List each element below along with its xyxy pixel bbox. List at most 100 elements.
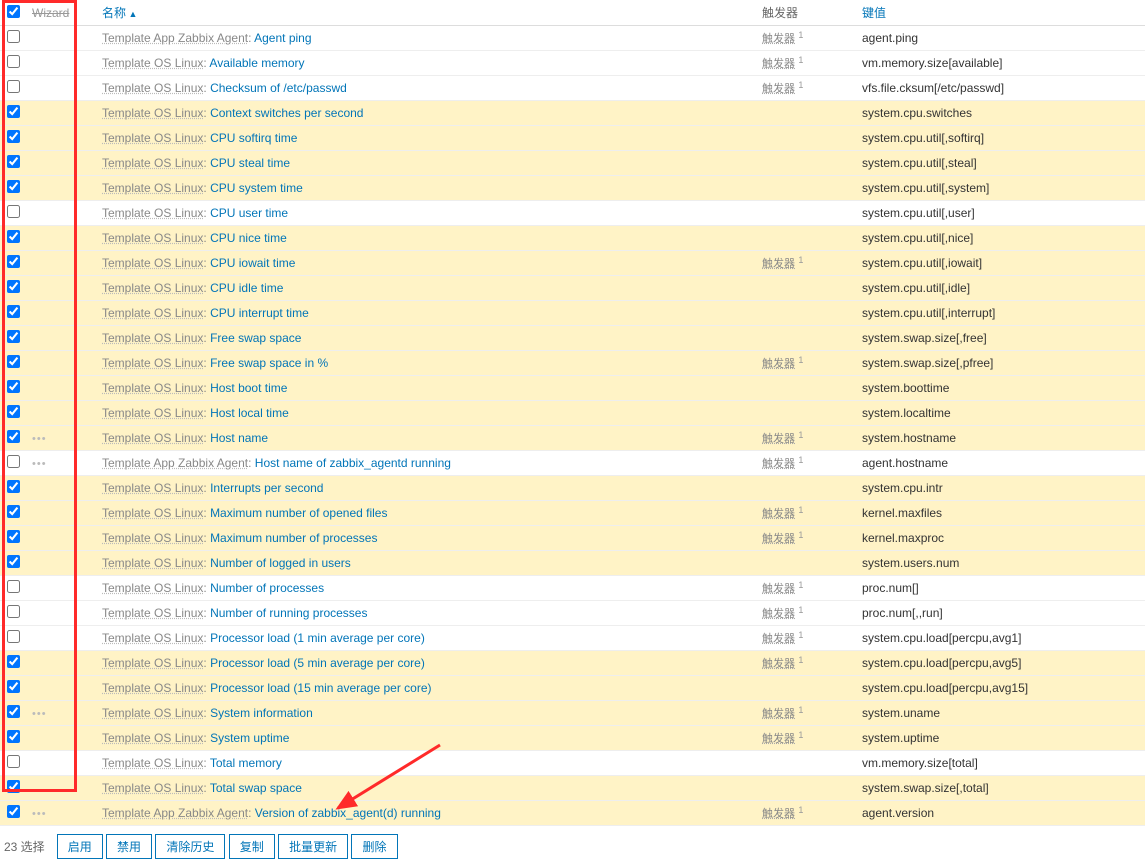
item-link[interactable]: Version of zabbix_agent(d) running (255, 806, 441, 820)
row-checkbox[interactable] (7, 730, 20, 743)
row-checkbox[interactable] (7, 780, 20, 793)
item-link[interactable]: Host local time (210, 406, 289, 420)
trigger-link[interactable]: 触发器 (762, 58, 795, 70)
item-link[interactable]: Context switches per second (210, 106, 363, 120)
template-link[interactable]: Template OS Linux (102, 506, 203, 520)
trigger-link[interactable]: 触发器 (762, 658, 795, 670)
template-link[interactable]: Template OS Linux (102, 381, 203, 395)
item-link[interactable]: Processor load (15 min average per core) (210, 681, 431, 695)
trigger-link[interactable]: 触发器 (762, 33, 795, 45)
trigger-link[interactable]: 触发器 (762, 733, 795, 745)
item-link[interactable]: CPU steal time (210, 156, 290, 170)
item-link[interactable]: Host boot time (210, 381, 287, 395)
item-link[interactable]: CPU softirq time (210, 131, 297, 145)
item-link[interactable]: Total swap space (210, 781, 302, 795)
template-link[interactable]: Template OS Linux (102, 781, 203, 795)
item-link[interactable]: CPU iowait time (210, 256, 295, 270)
template-link[interactable]: Template OS Linux (102, 606, 203, 620)
template-link[interactable]: Template OS Linux (102, 531, 203, 545)
item-link[interactable]: CPU system time (210, 181, 303, 195)
trigger-link[interactable]: 触发器 (762, 808, 795, 820)
row-checkbox[interactable] (7, 680, 20, 693)
template-link[interactable]: Template OS Linux (102, 756, 203, 770)
item-link[interactable]: Maximum number of opened files (210, 506, 387, 520)
header-wizard[interactable]: Wizard (26, 0, 96, 26)
template-link[interactable]: Template App Zabbix Agent (102, 31, 248, 45)
row-checkbox[interactable] (7, 430, 20, 443)
item-link[interactable]: Number of running processes (210, 606, 367, 620)
item-link[interactable]: Available memory (209, 56, 304, 70)
item-link[interactable]: System information (210, 706, 313, 720)
item-link[interactable]: Host name of zabbix_agentd running (255, 456, 451, 470)
row-checkbox[interactable] (7, 655, 20, 668)
row-checkbox[interactable] (7, 305, 20, 318)
template-link[interactable]: Template OS Linux (102, 556, 203, 570)
select-all-checkbox[interactable] (7, 5, 20, 18)
row-checkbox[interactable] (7, 380, 20, 393)
row-checkbox[interactable] (7, 355, 20, 368)
row-checkbox[interactable] (7, 630, 20, 643)
row-checkbox[interactable] (7, 30, 20, 43)
row-checkbox[interactable] (7, 255, 20, 268)
template-link[interactable]: Template OS Linux (102, 731, 203, 745)
item-link[interactable]: Total memory (210, 756, 282, 770)
wizard-dots-icon[interactable]: ••• (32, 708, 47, 720)
row-checkbox[interactable] (7, 705, 20, 718)
item-link[interactable]: System uptime (210, 731, 289, 745)
row-checkbox[interactable] (7, 180, 20, 193)
row-checkbox[interactable] (7, 505, 20, 518)
wizard-dots-icon[interactable]: ••• (32, 808, 47, 820)
trigger-link[interactable]: 触发器 (762, 533, 795, 545)
template-link[interactable]: Template OS Linux (102, 431, 203, 445)
template-link[interactable]: Template OS Linux (102, 581, 203, 595)
item-link[interactable]: Processor load (5 min average per core) (210, 656, 425, 670)
row-checkbox[interactable] (7, 330, 20, 343)
header-name[interactable]: 名称 (96, 0, 756, 26)
row-checkbox[interactable] (7, 230, 20, 243)
item-link[interactable]: CPU interrupt time (210, 306, 309, 320)
trigger-link[interactable]: 触发器 (762, 458, 795, 470)
wizard-dots-icon[interactable]: ••• (32, 433, 47, 445)
item-link[interactable]: Number of processes (210, 581, 324, 595)
row-checkbox[interactable] (7, 480, 20, 493)
template-link[interactable]: Template OS Linux (102, 356, 203, 370)
trigger-link[interactable]: 触发器 (762, 508, 795, 520)
item-link[interactable]: Maximum number of processes (210, 531, 377, 545)
row-checkbox[interactable] (7, 80, 20, 93)
template-link[interactable]: Template OS Linux (102, 706, 203, 720)
row-checkbox[interactable] (7, 805, 20, 818)
item-link[interactable]: Checksum of /etc/passwd (210, 81, 347, 95)
template-link[interactable]: Template OS Linux (102, 281, 203, 295)
row-checkbox[interactable] (7, 55, 20, 68)
item-link[interactable]: Free swap space in % (210, 356, 328, 370)
template-link[interactable]: Template OS Linux (102, 156, 203, 170)
item-link[interactable]: CPU user time (210, 206, 288, 220)
row-checkbox[interactable] (7, 105, 20, 118)
row-checkbox[interactable] (7, 530, 20, 543)
item-link[interactable]: Agent ping (254, 31, 311, 45)
template-link[interactable]: Template OS Linux (102, 406, 203, 420)
row-checkbox[interactable] (7, 605, 20, 618)
template-link[interactable]: Template OS Linux (102, 81, 203, 95)
trigger-link[interactable]: 触发器 (762, 583, 795, 595)
item-link[interactable]: CPU idle time (210, 281, 283, 295)
row-checkbox[interactable] (7, 205, 20, 218)
trigger-link[interactable]: 触发器 (762, 633, 795, 645)
trigger-link[interactable]: 触发器 (762, 608, 795, 620)
item-link[interactable]: Free swap space (210, 331, 301, 345)
row-checkbox[interactable] (7, 405, 20, 418)
row-checkbox[interactable] (7, 155, 20, 168)
template-link[interactable]: Template App Zabbix Agent (102, 456, 248, 470)
template-link[interactable]: Template OS Linux (102, 656, 203, 670)
template-link[interactable]: Template OS Linux (102, 131, 203, 145)
item-link[interactable]: Number of logged in users (210, 556, 351, 570)
item-link[interactable]: Interrupts per second (210, 481, 323, 495)
header-key[interactable]: 键值 (856, 0, 1145, 26)
trigger-link[interactable]: 触发器 (762, 708, 795, 720)
row-checkbox[interactable] (7, 280, 20, 293)
template-link[interactable]: Template OS Linux (102, 106, 203, 120)
template-link[interactable]: Template OS Linux (102, 331, 203, 345)
template-link[interactable]: Template App Zabbix Agent (102, 806, 248, 820)
row-checkbox[interactable] (7, 455, 20, 468)
template-link[interactable]: Template OS Linux (102, 681, 203, 695)
